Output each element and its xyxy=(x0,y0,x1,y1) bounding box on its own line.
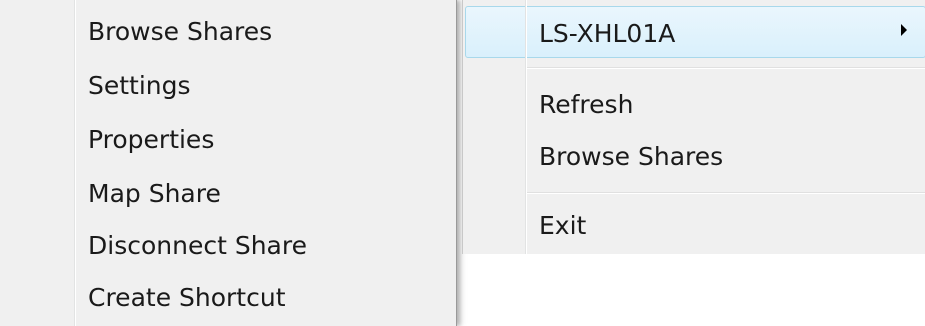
menu-item-exit[interactable]: Exit xyxy=(539,211,586,241)
desktop-area: Browse Shares Settings Properties Map Sh… xyxy=(0,0,925,326)
menu-separator xyxy=(527,67,925,69)
menu-item-browse-shares[interactable]: Browse Shares xyxy=(539,142,723,172)
submenu-icon-gutter-divider xyxy=(74,0,76,326)
submenu-item-properties[interactable]: Properties xyxy=(88,125,214,155)
submenu-item-map-share[interactable]: Map Share xyxy=(88,179,221,209)
submenu-item-create-shortcut[interactable]: Create Shortcut xyxy=(88,283,286,313)
submenu-item-disconnect-share[interactable]: Disconnect Share xyxy=(88,231,307,261)
menu-item-refresh[interactable]: Refresh xyxy=(539,90,633,120)
device-submenu: Browse Shares Settings Properties Map Sh… xyxy=(0,0,457,326)
tray-context-menu: LS-XHL01A Refresh Browse Shares Exit xyxy=(462,0,925,254)
chevron-right-icon xyxy=(901,24,907,36)
menu-item-device-ls-xhl01a[interactable]: LS-XHL01A xyxy=(539,19,675,49)
device-item-highlight xyxy=(465,6,925,58)
submenu-item-browse-shares[interactable]: Browse Shares xyxy=(88,17,272,47)
submenu-item-settings[interactable]: Settings xyxy=(88,71,191,101)
menu-separator xyxy=(527,192,925,194)
menu-icon-gutter-divider xyxy=(525,0,527,254)
